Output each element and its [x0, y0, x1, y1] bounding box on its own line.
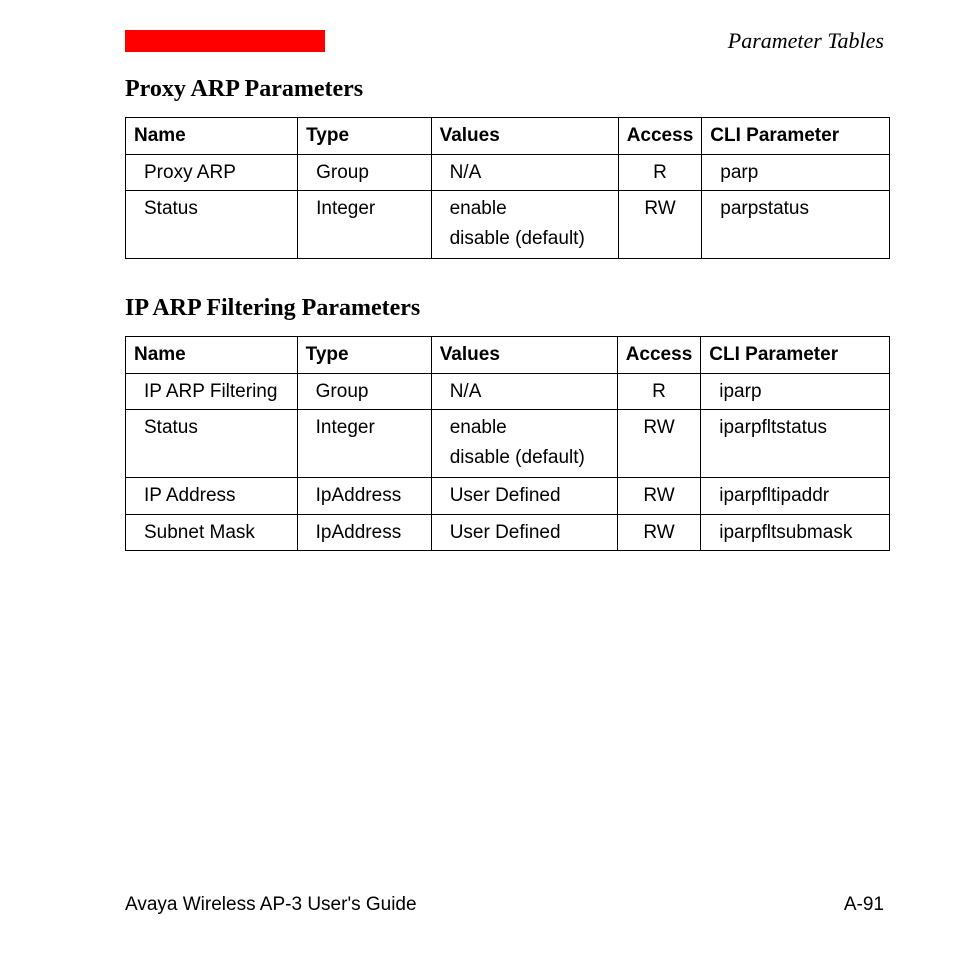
value-line: disable (default) — [450, 225, 610, 253]
ip-arp-filtering-table: Name Type Values Access CLI Parameter IP… — [125, 336, 890, 551]
footer-left: Avaya Wireless AP-3 User's Guide — [125, 894, 417, 916]
cell-name: Status — [126, 410, 298, 478]
cell-access: R — [618, 154, 702, 191]
cell-values: User Defined — [431, 514, 617, 551]
table-header-row: Name Type Values Access CLI Parameter — [126, 118, 890, 155]
cell-type: Group — [297, 373, 431, 410]
cell-access: RW — [617, 514, 701, 551]
col-cli: CLI Parameter — [701, 337, 890, 374]
cell-type: IpAddress — [297, 514, 431, 551]
cell-cli: iparp — [701, 373, 890, 410]
value-line: enable — [450, 195, 610, 223]
table-row: Proxy ARP Group N/A R parp — [126, 154, 890, 191]
footer-right: A-91 — [844, 894, 884, 916]
header: Parameter Tables — [125, 28, 884, 54]
col-type: Type — [297, 337, 431, 374]
cell-type: Integer — [297, 410, 431, 478]
table-row: IP Address IpAddress User Defined RW ipa… — [126, 478, 890, 515]
page: Parameter Tables Proxy ARP Parameters Na… — [0, 0, 954, 954]
cell-access: R — [617, 373, 701, 410]
header-red-bar — [125, 30, 325, 52]
cell-cli: parpstatus — [702, 191, 890, 259]
cell-cli: iparpfltsubmask — [701, 514, 890, 551]
table-row: Status Integer enable disable (default) … — [126, 191, 890, 259]
cell-values: User Defined — [431, 478, 617, 515]
cell-cli: iparpfltipaddr — [701, 478, 890, 515]
cell-access: RW — [617, 478, 701, 515]
cell-type: Integer — [298, 191, 431, 259]
cell-cli: parp — [702, 154, 890, 191]
cell-access: RW — [618, 191, 702, 259]
cell-access: RW — [617, 410, 701, 478]
col-access: Access — [618, 118, 702, 155]
col-name: Name — [126, 337, 298, 374]
cell-values: N/A — [431, 154, 618, 191]
col-type: Type — [298, 118, 431, 155]
cell-values: enable disable (default) — [431, 410, 617, 478]
cell-type: Group — [298, 154, 431, 191]
col-cli: CLI Parameter — [702, 118, 890, 155]
cell-name: Subnet Mask — [126, 514, 298, 551]
cell-type: IpAddress — [297, 478, 431, 515]
cell-values: enable disable (default) — [431, 191, 618, 259]
cell-cli: iparpfltstatus — [701, 410, 890, 478]
header-title: Parameter Tables — [728, 28, 884, 54]
table-header-row: Name Type Values Access CLI Parameter — [126, 337, 890, 374]
table-row: Status Integer enable disable (default) … — [126, 410, 890, 478]
section-heading-iparp: IP ARP Filtering Parameters — [125, 295, 884, 322]
cell-name: IP ARP Filtering — [126, 373, 298, 410]
cell-values: N/A — [431, 373, 617, 410]
col-access: Access — [617, 337, 701, 374]
cell-name: IP Address — [126, 478, 298, 515]
table-row: IP ARP Filtering Group N/A R iparp — [126, 373, 890, 410]
cell-name: Status — [126, 191, 298, 259]
section-heading-proxy: Proxy ARP Parameters — [125, 76, 884, 103]
cell-name: Proxy ARP — [126, 154, 298, 191]
table-row: Subnet Mask IpAddress User Defined RW ip… — [126, 514, 890, 551]
col-values: Values — [431, 337, 617, 374]
col-name: Name — [126, 118, 298, 155]
col-values: Values — [431, 118, 618, 155]
footer: Avaya Wireless AP-3 User's Guide A-91 — [125, 894, 884, 916]
proxy-arp-table: Name Type Values Access CLI Parameter Pr… — [125, 117, 890, 259]
value-line: enable — [450, 414, 609, 442]
value-line: disable (default) — [450, 444, 609, 472]
